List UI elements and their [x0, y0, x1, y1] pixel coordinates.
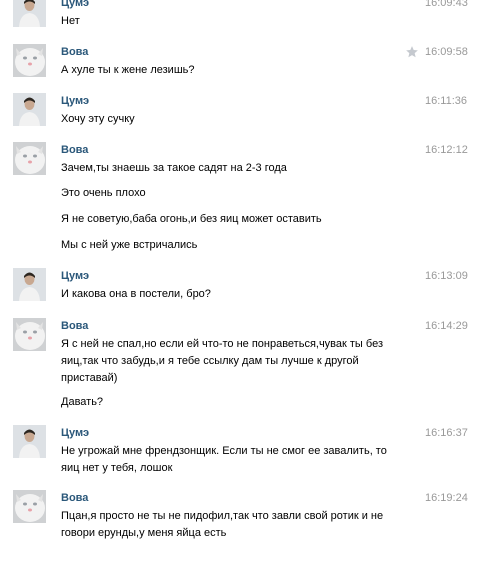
message-text: И какова она в постели, бро?: [61, 288, 211, 300]
message-text: Зачем,ты знаешь за такое садят на 2-3 го…: [61, 162, 287, 174]
message-time: 16:16:37: [425, 427, 468, 439]
avatar[interactable]: [13, 0, 46, 27]
message-text: Мы с ней уже встричались: [61, 239, 198, 251]
avatar[interactable]: [13, 318, 46, 351]
message-author[interactable]: Цумэ: [61, 0, 89, 9]
message-text: Не угрожай мне френдзонщик. Если ты не с…: [61, 445, 387, 474]
message-text: Я с ней не спал,но если ей что-то не пон…: [61, 338, 383, 384]
avatar[interactable]: [13, 44, 46, 77]
message-time: 16:14:29: [425, 320, 468, 332]
message-author[interactable]: Вова: [61, 492, 88, 504]
message-text: Хочу эту сучку: [61, 113, 135, 125]
message-text: Это очень плохо: [61, 187, 146, 199]
message-author[interactable]: Вова: [61, 46, 88, 58]
message-author[interactable]: Цумэ: [61, 427, 89, 439]
message-time: 16:09:43: [425, 0, 468, 9]
message-time: 16:12:12: [425, 144, 468, 156]
message-time: 16:11:36: [425, 95, 468, 107]
message-text: Я не советую,баба огонь,и без яиц может …: [61, 213, 322, 225]
message-author[interactable]: Цумэ: [61, 270, 89, 282]
avatar[interactable]: [13, 425, 46, 458]
star-icon[interactable]: [405, 45, 419, 59]
message-time: 16:13:09: [425, 270, 468, 282]
message-text: А хуле ты к жене лезишь?: [61, 64, 195, 76]
message-author[interactable]: Вова: [61, 144, 88, 156]
message-author[interactable]: Цумэ: [61, 95, 89, 107]
message-author[interactable]: Вова: [61, 320, 88, 332]
message-time: 16:09:58: [425, 46, 468, 58]
message-text: Давать?: [61, 396, 104, 408]
message-text: Пцан,я просто не ты не пидофил,так что з…: [61, 510, 384, 539]
avatar[interactable]: [13, 490, 46, 523]
message-time: 16:19:24: [425, 492, 468, 504]
avatar[interactable]: [13, 93, 46, 126]
avatar[interactable]: [13, 268, 46, 301]
avatar[interactable]: [13, 142, 46, 175]
message-text: Нет: [61, 15, 80, 27]
